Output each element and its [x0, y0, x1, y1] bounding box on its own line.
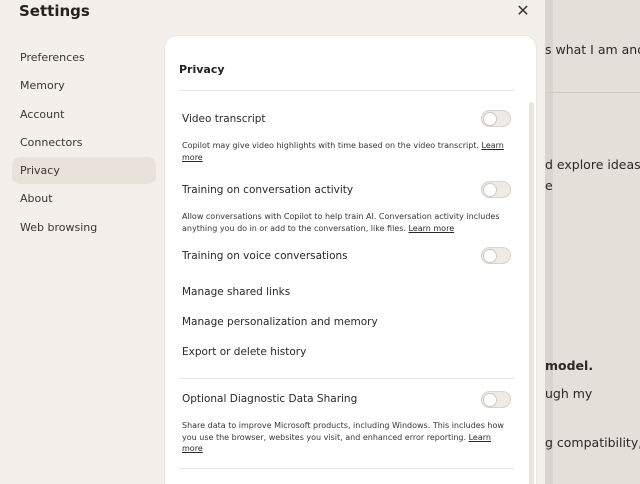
training-voice-label: Training on voice conversations [182, 250, 348, 262]
diagnostic-label: Optional Diagnostic Data Sharing [182, 393, 358, 405]
nav-item-about[interactable]: About [12, 185, 156, 212]
background-text: d explore ideas. [545, 157, 640, 172]
desc-text: Share data to improve Microsoft products… [182, 421, 504, 442]
toggle-knob [484, 112, 496, 125]
diagnostic-toggle[interactable] [481, 391, 511, 408]
privacy-panel: Privacy Video transcript Copilot may giv… [165, 36, 536, 484]
export-delete-history[interactable]: Export or delete history [182, 346, 306, 358]
background-shadow [545, 0, 553, 484]
training-conversation-desc: Allow conversations with Copilot to help… [182, 211, 512, 234]
background-divider [545, 92, 640, 93]
toggle-knob [484, 393, 496, 406]
divider [179, 378, 514, 379]
nav-item-web-browsing[interactable]: Web browsing [12, 214, 156, 241]
toggle-knob [484, 249, 496, 262]
scrollbar[interactable] [529, 102, 534, 484]
diagnostic-desc: Share data to improve Microsoft products… [182, 420, 512, 455]
background-text: s what I am and [545, 42, 640, 57]
divider [179, 468, 514, 469]
video-transcript-desc: Copilot may give video highlights with t… [182, 140, 512, 163]
close-icon[interactable]: ✕ [512, 2, 534, 20]
dialog-title: Settings [19, 2, 90, 20]
section-title: Privacy [179, 63, 225, 76]
manage-personalization-memory[interactable]: Manage personalization and memory [182, 316, 378, 328]
settings-dialog: Settings ✕ Preferences Memory Account Co… [0, 0, 545, 484]
training-voice-toggle[interactable] [481, 247, 511, 264]
background-text: model. [545, 358, 594, 373]
nav-item-memory[interactable]: Memory [12, 72, 156, 99]
background-text: ugh my [545, 386, 593, 401]
learn-more-link[interactable]: Learn more [408, 224, 454, 233]
desc-text: Copilot may give video highlights with t… [182, 141, 479, 150]
divider [179, 90, 514, 91]
nav-item-connectors[interactable]: Connectors [12, 129, 156, 156]
background-chat: s what I am and d explore ideas. e model… [545, 0, 640, 484]
settings-nav: Preferences Memory Account Connectors Pr… [12, 44, 156, 242]
background-text: g compatibility, [545, 435, 640, 450]
nav-item-privacy[interactable]: Privacy [12, 157, 156, 185]
toggle-knob [484, 183, 496, 196]
nav-item-preferences[interactable]: Preferences [12, 44, 156, 71]
nav-item-account[interactable]: Account [12, 101, 156, 128]
training-conversation-toggle[interactable] [481, 181, 511, 198]
training-conversation-label: Training on conversation activity [182, 184, 354, 196]
background-text: e [545, 178, 553, 193]
video-transcript-label: Video transcript [182, 113, 266, 125]
manage-shared-links[interactable]: Manage shared links [182, 286, 290, 298]
video-transcript-toggle[interactable] [481, 110, 511, 127]
